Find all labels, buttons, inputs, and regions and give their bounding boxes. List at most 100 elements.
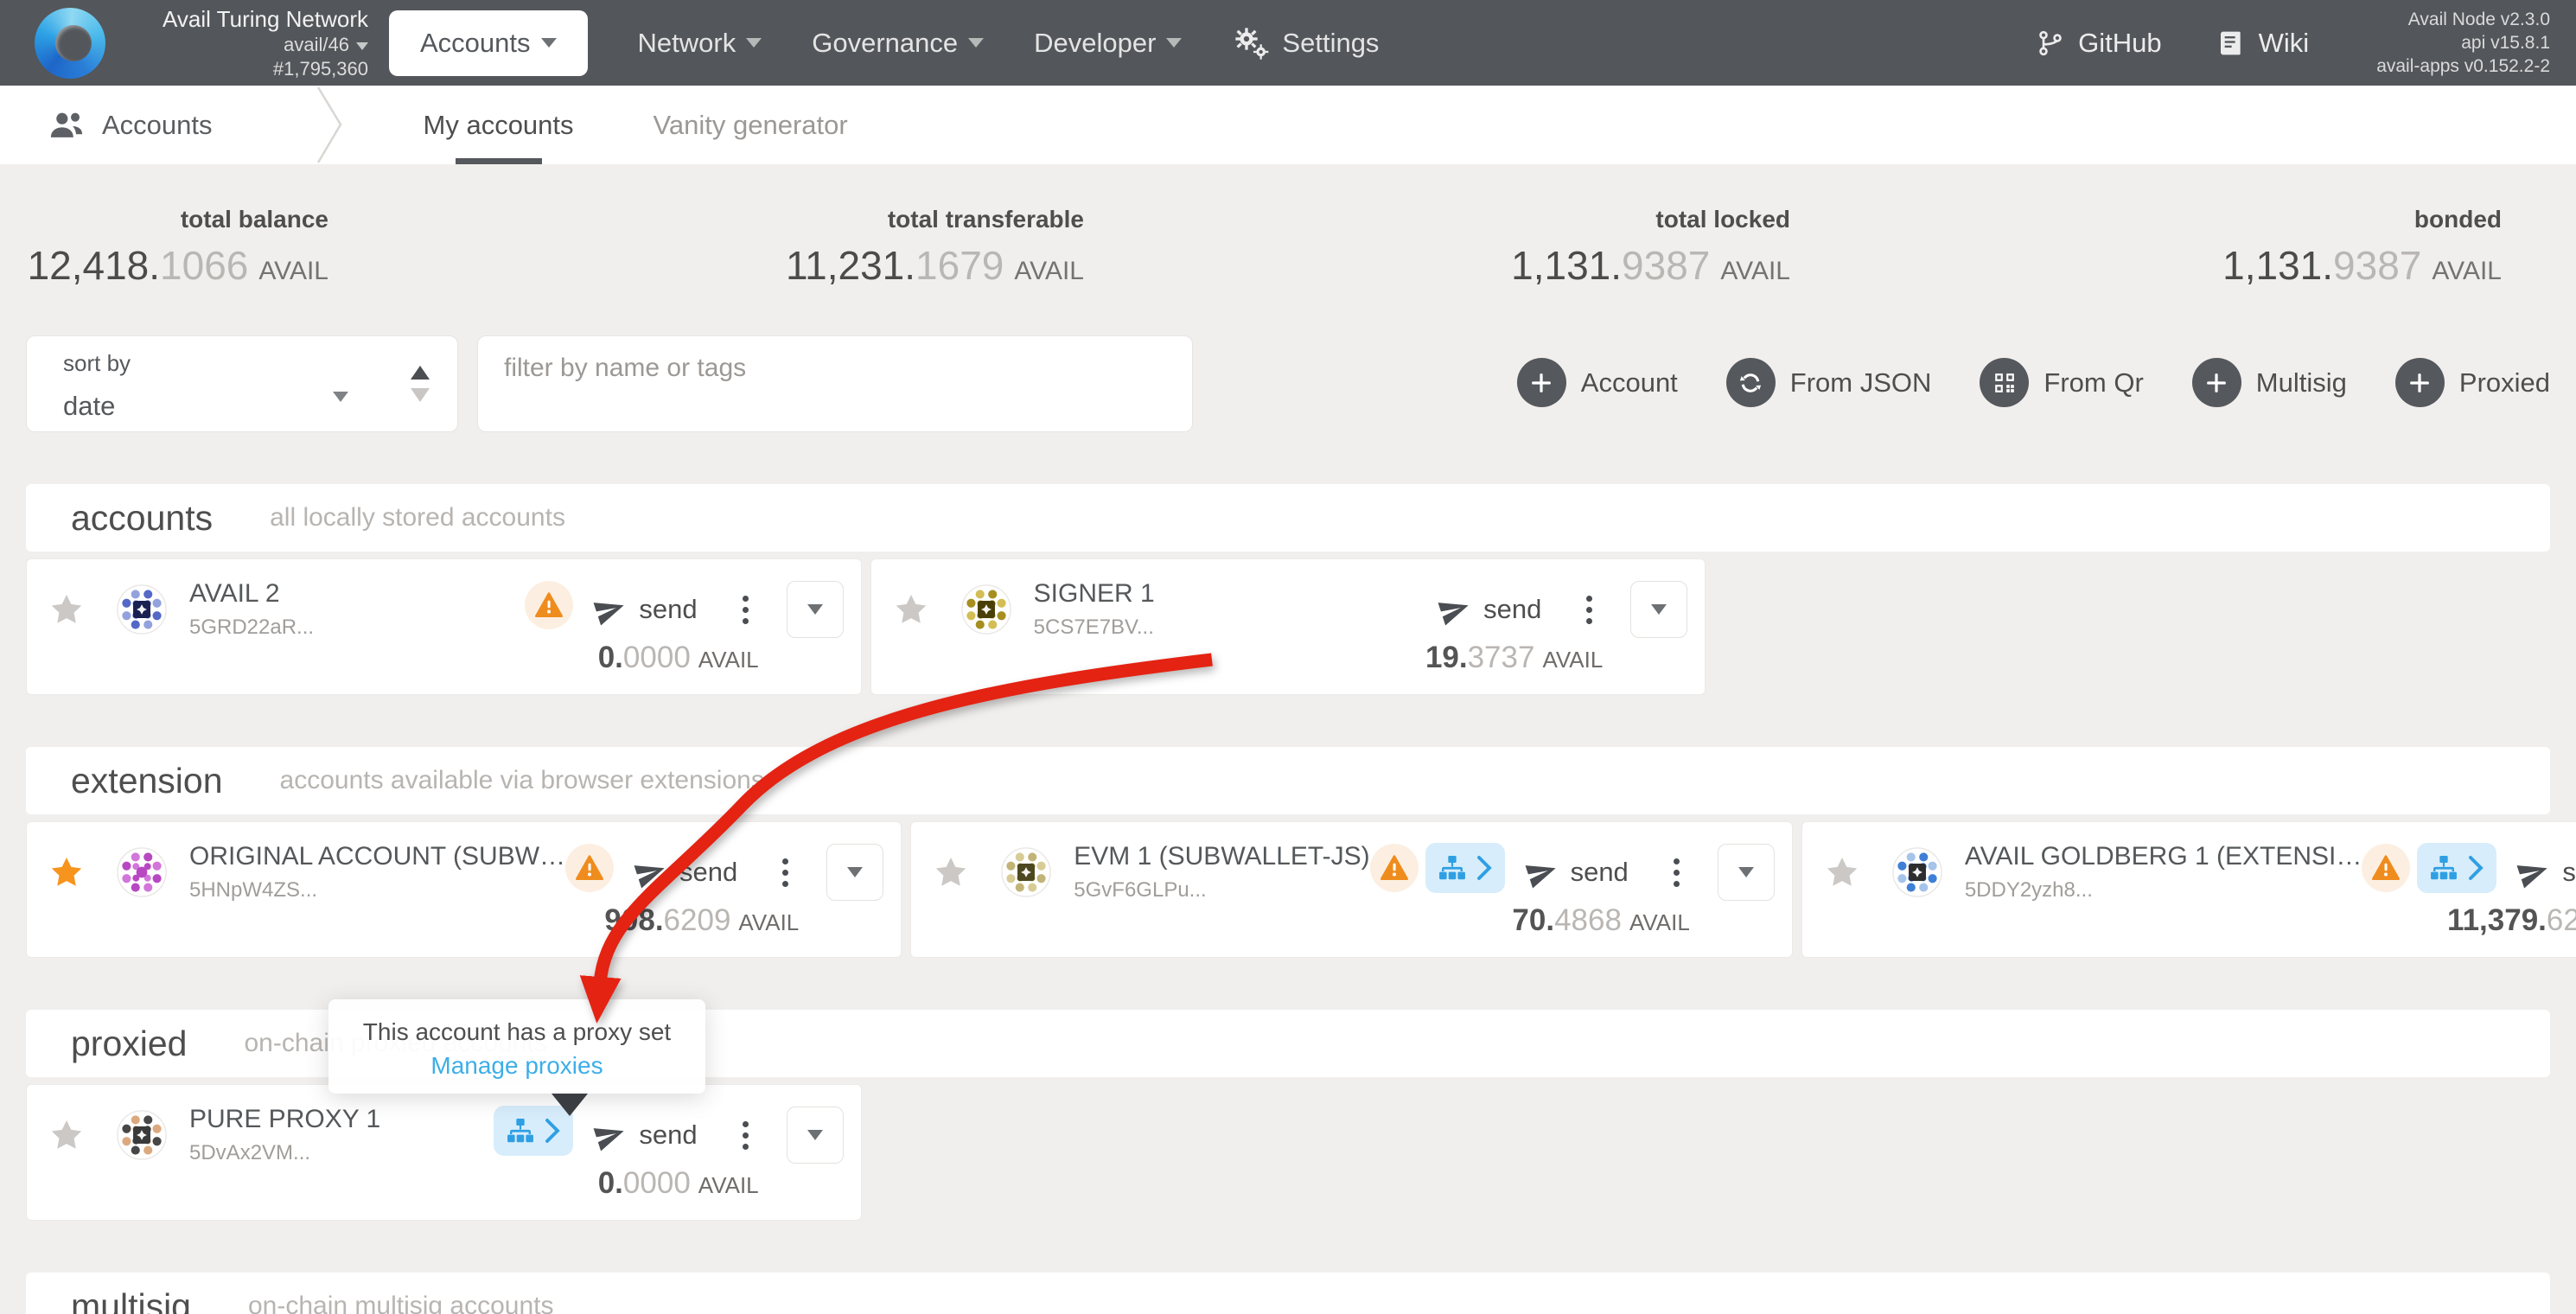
send-icon[interactable] [634, 857, 666, 889]
chain-spec: avail/46 [118, 33, 368, 57]
send-icon[interactable] [594, 594, 626, 626]
account-address[interactable]: 5CS7E7BV... [1034, 616, 1155, 640]
more-menu-icon[interactable] [737, 1116, 754, 1155]
send-button[interactable]: send [1571, 857, 1629, 888]
avail-logo[interactable] [35, 8, 105, 79]
nav-developer[interactable]: Developer [1034, 28, 1182, 59]
account-identicon[interactable] [1001, 847, 1051, 897]
account-identicon[interactable] [117, 1110, 167, 1160]
account-identicon[interactable] [117, 584, 167, 635]
expand-button[interactable] [787, 581, 844, 638]
sort-desc-icon [411, 388, 430, 402]
block-number: #1,795,360 [118, 57, 368, 81]
nav-network[interactable]: Network [638, 28, 762, 59]
proxy-tooltip: This account has a proxy set Manage prox… [328, 999, 705, 1094]
proxy-badge[interactable] [1425, 843, 1505, 893]
account-card: ORIGINAL ACCOUNT (SUBW… 5HNpW4ZS... send… [26, 821, 902, 958]
github-link[interactable]: GitHub [2037, 28, 2161, 59]
section-title: proxied [71, 1024, 187, 1064]
add-from-qr-button[interactable]: From Qr [1980, 358, 2143, 407]
expand-button[interactable] [787, 1107, 844, 1164]
favorite-star-icon[interactable] [1825, 856, 1859, 893]
more-menu-icon[interactable] [777, 853, 794, 892]
account-address[interactable]: 5HNpW4ZS... [189, 878, 565, 903]
account-address[interactable]: 5GRD22aR... [189, 616, 314, 640]
expand-button[interactable] [1718, 844, 1775, 901]
sort-dropdown[interactable]: sort by date [26, 335, 458, 432]
nav-accounts-button[interactable]: Accounts [389, 10, 588, 76]
tab-vanity-generator[interactable]: Vanity generator [654, 86, 848, 164]
send-icon[interactable] [1526, 857, 1558, 889]
sort-direction-toggle[interactable] [383, 336, 457, 431]
sitemap-icon [507, 1117, 534, 1145]
account-name: AVAIL 2 [189, 579, 314, 609]
account-balance: 0.0000AVAIL [598, 1166, 759, 1201]
favorite-star-icon[interactable] [894, 593, 928, 630]
warning-icon[interactable] [565, 844, 614, 892]
section-title: extension [71, 761, 223, 801]
nav-governance[interactable]: Governance [812, 28, 984, 59]
section-title: multisig [71, 1286, 191, 1314]
send-button[interactable]: send [639, 594, 697, 625]
account-card: AVAIL 2 5GRD22aR... send 0.0000AVAIL [26, 558, 862, 695]
tab-bar: Accounts My accounts Vanity generator [0, 86, 2576, 164]
controls-row: sort by date Account From JSON [26, 335, 2550, 432]
qr-icon [1980, 358, 2029, 407]
account-balance: 70.4868AVAIL [1512, 903, 1689, 938]
expand-button[interactable] [826, 844, 883, 901]
favorite-star-icon[interactable] [934, 856, 968, 893]
restore-json-button[interactable]: From JSON [1726, 358, 1932, 407]
send-button[interactable]: send [679, 857, 737, 888]
warning-icon[interactable] [1370, 844, 1419, 892]
account-identicon[interactable] [961, 584, 1011, 635]
network-info[interactable]: Avail Turing Network avail/46 #1,795,360 [118, 5, 368, 81]
stat-total-transferable: total transferable 11,231.1679AVAIL [328, 206, 1084, 289]
stat-total-balance: total balance 12,418.1066AVAIL [26, 206, 328, 289]
account-identicon[interactable] [1892, 847, 1942, 897]
proxy-badge[interactable] [2417, 843, 2496, 893]
more-menu-icon[interactable] [1581, 590, 1597, 629]
sort-asc-icon [411, 366, 430, 380]
add-multisig-button[interactable]: Multisig [2192, 358, 2347, 407]
account-balance: 0.0000AVAIL [598, 641, 759, 675]
add-proxied-button[interactable]: Proxied [2395, 358, 2550, 407]
wiki-link[interactable]: Wiki [2217, 28, 2310, 59]
send-button[interactable]: send [2562, 857, 2576, 888]
chevron-down-icon [746, 38, 762, 48]
section-accounts: accounts all locally stored accounts AVA… [26, 484, 2550, 695]
chevron-down-icon [807, 1130, 823, 1140]
account-address[interactable]: 5DvAx2VM... [189, 1141, 380, 1165]
add-account-button[interactable]: Account [1517, 358, 1678, 407]
send-icon[interactable] [594, 1119, 626, 1151]
send-button[interactable]: send [639, 1119, 697, 1151]
more-menu-icon[interactable] [737, 590, 754, 629]
account-card: SIGNER 1 5CS7E7BV... send 19.3737AVAIL [870, 558, 1706, 695]
chevron-down-icon [1738, 867, 1754, 877]
account-name: AVAIL GOLDBERG 1 (EXTENSI… [1965, 842, 2362, 871]
nav-settings[interactable]: Settings [1232, 26, 1379, 61]
tab-my-accounts[interactable]: My accounts [424, 86, 574, 164]
send-icon[interactable] [1438, 594, 1470, 626]
plus-icon [2192, 358, 2241, 407]
account-address[interactable]: 5DDY2yzh8... [1965, 878, 2362, 903]
send-icon[interactable] [2517, 857, 2549, 889]
more-menu-icon[interactable] [1668, 853, 1685, 892]
section-subtitle: accounts available via browser extension… [280, 766, 764, 795]
account-address[interactable]: 5GvF6GLPu... [1074, 878, 1369, 903]
expand-button[interactable] [1630, 581, 1687, 638]
warning-icon[interactable] [2362, 844, 2410, 892]
warning-icon[interactable] [525, 581, 573, 629]
page-body: total balance 12,418.1066AVAIL total tra… [0, 206, 2576, 1314]
sitemap-icon [1438, 854, 1466, 882]
account-identicon[interactable] [117, 847, 167, 897]
filter-input[interactable] [504, 354, 1166, 383]
favorite-star-icon[interactable] [49, 593, 84, 630]
chevron-right-icon [2468, 855, 2484, 881]
favorite-star-icon[interactable] [49, 1119, 84, 1156]
chevron-down-icon [968, 38, 984, 48]
manage-proxies-link[interactable]: Manage proxies [430, 1052, 603, 1080]
send-button[interactable]: send [1483, 594, 1541, 625]
favorite-star-icon[interactable] [49, 856, 84, 893]
account-card: EVM 1 (SUBWALLET-JS) 5GvF6GLPu... send 7… [910, 821, 1793, 958]
breadcrumb-accounts[interactable]: Accounts [48, 86, 213, 164]
